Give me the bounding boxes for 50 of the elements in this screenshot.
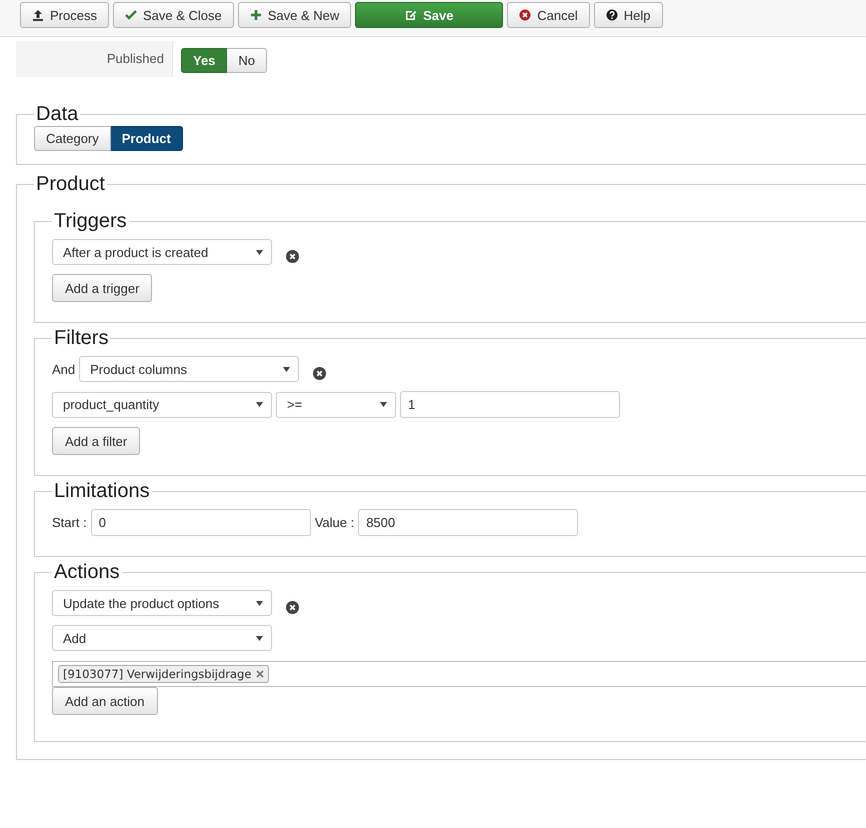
- dropdown[interactable]: After a product is created: [52, 239, 272, 265]
- remove-icon[interactable]: [286, 600, 299, 614]
- toggle-option[interactable]: Yes: [181, 48, 228, 73]
- toolbar-button[interactable]: Process: [20, 2, 109, 28]
- close-icon[interactable]: [256, 670, 264, 678]
- cancel-icon: [519, 9, 532, 21]
- section-legend: Product: [34, 173, 107, 196]
- input-field[interactable]: 8500: [358, 509, 578, 536]
- edit-icon: [405, 9, 418, 21]
- toolbar-button[interactable]: Save: [355, 2, 504, 28]
- toolbar-button[interactable]: Cancel: [507, 2, 590, 28]
- section-legend: Filters: [52, 327, 110, 350]
- caret-icon: [256, 250, 263, 254]
- conjunction-label: And: [52, 362, 76, 376]
- caret-icon: [256, 636, 263, 640]
- remove-icon[interactable]: [313, 366, 326, 380]
- tag-input-field[interactable]: [9103077] Verwijderingsbijdrage: [52, 661, 866, 687]
- tag-label: [9103077] Verwijderingsbijdrage: [63, 667, 252, 681]
- caret-icon: [283, 366, 290, 372]
- field-label: Start :: [52, 515, 87, 530]
- section-legend: Limitations: [52, 480, 152, 503]
- dropdown[interactable]: >=: [276, 392, 396, 418]
- add-button[interactable]: Add an action: [52, 687, 158, 715]
- input-field[interactable]: 0: [90, 509, 311, 536]
- field-label: Value :: [314, 515, 354, 530]
- input-field[interactable]: 1: [400, 391, 620, 418]
- check-icon: [124, 9, 137, 21]
- plus-icon: [250, 9, 262, 21]
- upload-icon: [32, 9, 44, 21]
- dropdown[interactable]: Update the product options: [52, 590, 272, 616]
- toggle-option[interactable]: Category: [34, 126, 111, 151]
- caret-icon: [256, 600, 263, 606]
- section-legend: Actions: [52, 561, 122, 584]
- toolbar-button[interactable]: Save & Close: [112, 2, 234, 28]
- section-legend: Data: [34, 103, 80, 126]
- caret-icon: [256, 402, 263, 407]
- field-label: Published: [16, 41, 173, 77]
- add-button[interactable]: Add a filter: [52, 427, 140, 455]
- dropdown[interactable]: product_quantity: [52, 392, 272, 418]
- help-icon: [606, 9, 618, 21]
- toolbar-button[interactable]: Help: [594, 2, 662, 28]
- dropdown[interactable]: Add: [52, 625, 272, 651]
- section-legend: Triggers: [52, 210, 129, 233]
- caret-icon: [380, 402, 387, 407]
- toggle-option[interactable]: No: [227, 48, 268, 73]
- dropdown[interactable]: Product columns: [79, 356, 300, 382]
- remove-icon[interactable]: [286, 250, 299, 262]
- add-button[interactable]: Add a trigger: [52, 274, 152, 302]
- toolbar-button[interactable]: Save & New: [238, 2, 352, 28]
- toggle-option[interactable]: Product: [110, 126, 183, 151]
